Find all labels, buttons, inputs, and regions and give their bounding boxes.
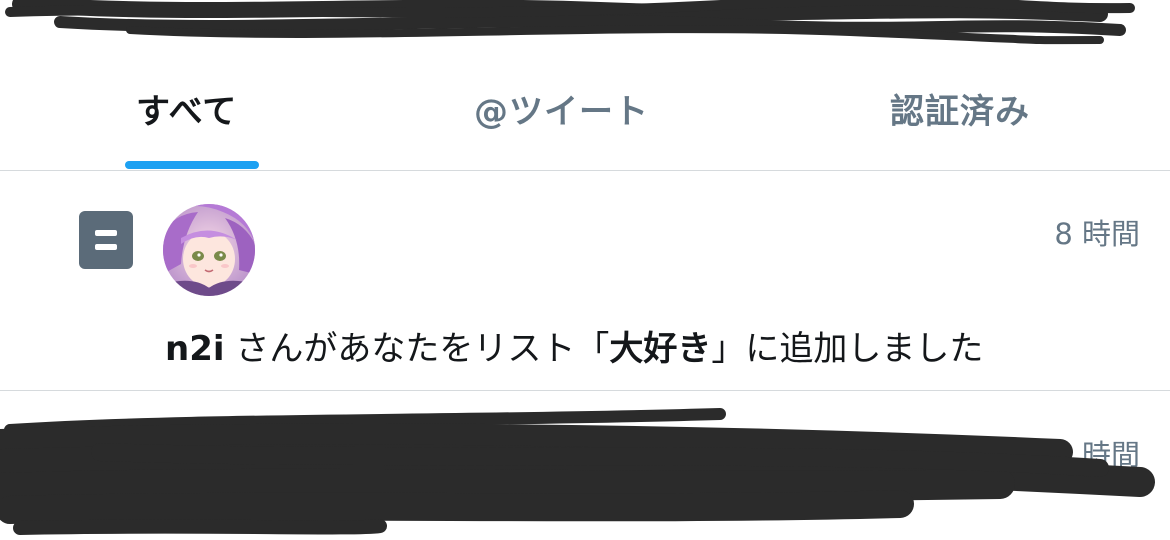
list-name-link[interactable]: 大好き	[609, 329, 711, 369]
list-icon-bar-bottom	[95, 244, 117, 250]
tab-verified-label: 認証済み	[890, 92, 1030, 132]
notifications-screen: すべて @ツイート 認証済み 8 時間 n2i さんがあなたをリスト「大好き」に…	[0, 0, 1170, 540]
list-icon-bar-top	[95, 230, 117, 236]
redaction-scribble-bottom	[0, 408, 1155, 535]
tab-mentions[interactable]: @ツイート	[440, 50, 700, 171]
avatar-image	[163, 204, 255, 296]
notification-time: 8 時間	[1054, 217, 1140, 251]
tab-verified[interactable]: 認証済み	[860, 50, 1070, 171]
tab-mentions-label: @ツイート	[474, 92, 649, 132]
notification-list-added[interactable]: 8 時間 n2i さんがあなたをリスト「大好き」に追加しました	[0, 171, 1170, 391]
username-link[interactable]: n2i	[165, 329, 225, 369]
notification-text-after: 」に追加しました	[711, 329, 984, 369]
notification-redacted[interactable]: 14 時間	[0, 392, 1170, 540]
tab-all[interactable]: すべて	[100, 50, 285, 171]
redaction-scribble-top	[5, 0, 1135, 45]
list-icon	[79, 211, 133, 269]
tab-all-label: すべて	[136, 92, 238, 132]
notification-tabs: すべて @ツイート 認証済み	[0, 50, 1170, 171]
active-tab-indicator	[125, 161, 259, 169]
notification-text: n2i さんがあなたをリスト「大好き」に追加しました	[165, 321, 983, 370]
avatar[interactable]	[163, 204, 255, 296]
notification-text-before: さんがあなたをリスト「	[224, 329, 610, 369]
